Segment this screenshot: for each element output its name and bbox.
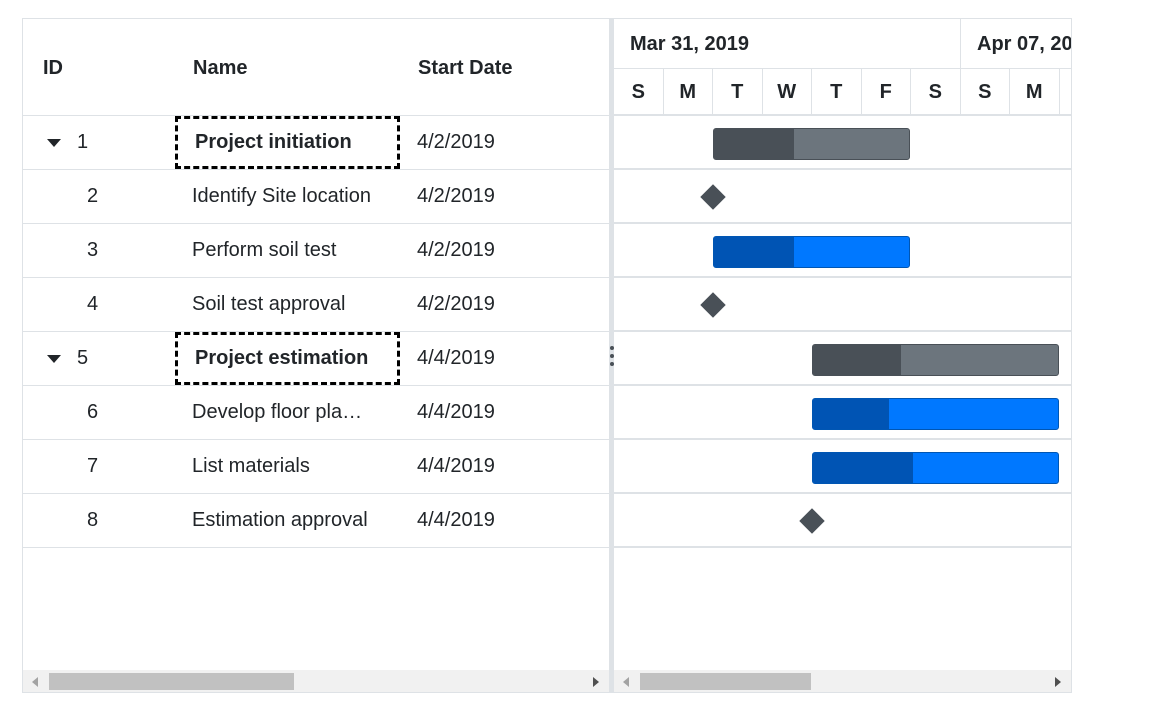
task-id: 3 bbox=[87, 239, 99, 261]
task-name[interactable]: Soil test approval bbox=[192, 278, 400, 331]
table-row[interactable]: 6 Develop floor pla… 4/4/2019 bbox=[23, 386, 609, 440]
scroll-right-arrow-icon[interactable] bbox=[1055, 677, 1061, 687]
task-start-date[interactable]: 4/2/2019 bbox=[417, 224, 495, 277]
task-id: 8 bbox=[87, 509, 99, 531]
week-label: Apr 07, 2019 bbox=[977, 33, 1072, 55]
day-label: M bbox=[1010, 69, 1060, 115]
gantt-chart: ID Name Start Date 1 Project initiation 4/… bbox=[22, 18, 1072, 693]
task-grid: ID Name Start Date 1 Project initiation 4/… bbox=[23, 19, 609, 692]
task-name[interactable]: List materials bbox=[192, 440, 400, 493]
chart-row bbox=[614, 494, 1071, 548]
task-progress bbox=[813, 345, 902, 375]
task-progress bbox=[813, 453, 914, 483]
grid-header: ID Name Start Date bbox=[23, 19, 609, 116]
id-cell: 8 bbox=[23, 494, 173, 547]
id-cell: 6 bbox=[23, 386, 173, 439]
task-id: 1 bbox=[77, 131, 89, 153]
scroll-left-arrow-icon[interactable] bbox=[32, 677, 38, 687]
expand-caret-icon[interactable] bbox=[47, 139, 61, 147]
column-header-start-date[interactable]: Start Date bbox=[418, 57, 512, 80]
day-label: T bbox=[713, 69, 763, 115]
task-bar[interactable] bbox=[812, 398, 1059, 430]
chart-row bbox=[614, 170, 1071, 224]
task-progress bbox=[813, 399, 889, 429]
task-name[interactable]: Identify Site location bbox=[192, 170, 400, 223]
timeline-header: Mar 31, 2019 Apr 07, 2019 SMTWTFSSM bbox=[614, 19, 1072, 116]
task-progress bbox=[714, 129, 794, 159]
task-bar[interactable] bbox=[812, 452, 1059, 484]
day-label: S bbox=[961, 69, 1010, 115]
id-cell: 3 bbox=[23, 224, 173, 277]
parent-task-bar[interactable] bbox=[812, 344, 1059, 376]
task-id: 5 bbox=[77, 347, 89, 369]
table-row[interactable]: 8 Estimation approval 4/4/2019 bbox=[23, 494, 609, 548]
chart-scroll-thumb[interactable] bbox=[640, 673, 811, 690]
table-row[interactable]: 7 List materials 4/4/2019 bbox=[23, 440, 609, 494]
table-row[interactable]: 1 Project initiation 4/2/2019 bbox=[23, 116, 609, 170]
grid-horizontal-scrollbar[interactable] bbox=[23, 670, 609, 692]
table-row[interactable]: 4 Soil test approval 4/2/2019 bbox=[23, 278, 609, 332]
task-bar[interactable] bbox=[713, 236, 910, 268]
id-cell: 7 bbox=[23, 440, 173, 493]
task-name[interactable]: Perform soil test bbox=[192, 224, 400, 277]
task-progress bbox=[714, 237, 794, 267]
task-start-date[interactable]: 4/2/2019 bbox=[417, 116, 495, 169]
week-label: Mar 31, 2019 bbox=[614, 19, 961, 69]
day-label: S bbox=[614, 69, 664, 115]
grid-scroll-thumb[interactable] bbox=[49, 673, 294, 690]
day-label: T bbox=[812, 69, 862, 115]
task-start-date[interactable]: 4/4/2019 bbox=[417, 332, 495, 385]
task-id: 2 bbox=[87, 185, 99, 207]
task-start-date[interactable]: 4/4/2019 bbox=[417, 440, 495, 493]
expand-caret-icon[interactable] bbox=[47, 355, 61, 363]
table-row[interactable]: 2 Identify Site location 4/2/2019 bbox=[23, 170, 609, 224]
task-id: 4 bbox=[87, 293, 99, 315]
task-start-date[interactable]: 4/4/2019 bbox=[417, 494, 495, 547]
table-row[interactable]: 3 Perform soil test 4/2/2019 bbox=[23, 224, 609, 278]
scroll-left-arrow-icon[interactable] bbox=[623, 677, 629, 687]
day-label: M bbox=[664, 69, 713, 115]
task-name[interactable]: Develop floor pla… bbox=[192, 386, 400, 439]
day-label: S bbox=[911, 69, 961, 115]
table-row[interactable]: 5 Project estimation 4/4/2019 bbox=[23, 332, 609, 386]
parent-task-bar[interactable] bbox=[713, 128, 910, 160]
task-name[interactable]: Project estimation bbox=[195, 332, 403, 385]
scroll-right-arrow-icon[interactable] bbox=[593, 677, 599, 687]
task-id: 6 bbox=[87, 401, 99, 423]
id-cell: 1 bbox=[23, 116, 173, 169]
task-start-date[interactable]: 4/4/2019 bbox=[417, 386, 495, 439]
id-cell: 4 bbox=[23, 278, 173, 331]
chart-row bbox=[614, 278, 1071, 332]
task-name[interactable]: Estimation approval bbox=[192, 494, 400, 547]
day-label: W bbox=[763, 69, 812, 115]
task-start-date[interactable]: 4/2/2019 bbox=[417, 278, 495, 331]
day-row: SMTWTFSSM bbox=[614, 69, 1071, 116]
chart-horizontal-scrollbar[interactable] bbox=[614, 670, 1071, 692]
id-cell: 2 bbox=[23, 170, 173, 223]
column-header-name[interactable]: Name bbox=[193, 57, 247, 80]
column-header-id[interactable]: ID bbox=[43, 57, 63, 80]
week-row: Mar 31, 2019 Apr 07, 2019 bbox=[614, 19, 1072, 69]
task-start-date[interactable]: 4/2/2019 bbox=[417, 170, 495, 223]
timeline-chart: Mar 31, 2019 Apr 07, 2019 SMTWTFSSM bbox=[614, 19, 1072, 692]
day-label: F bbox=[862, 69, 911, 115]
task-id: 7 bbox=[87, 455, 99, 477]
task-name[interactable]: Project initiation bbox=[195, 116, 403, 169]
id-cell: 5 bbox=[23, 332, 173, 385]
